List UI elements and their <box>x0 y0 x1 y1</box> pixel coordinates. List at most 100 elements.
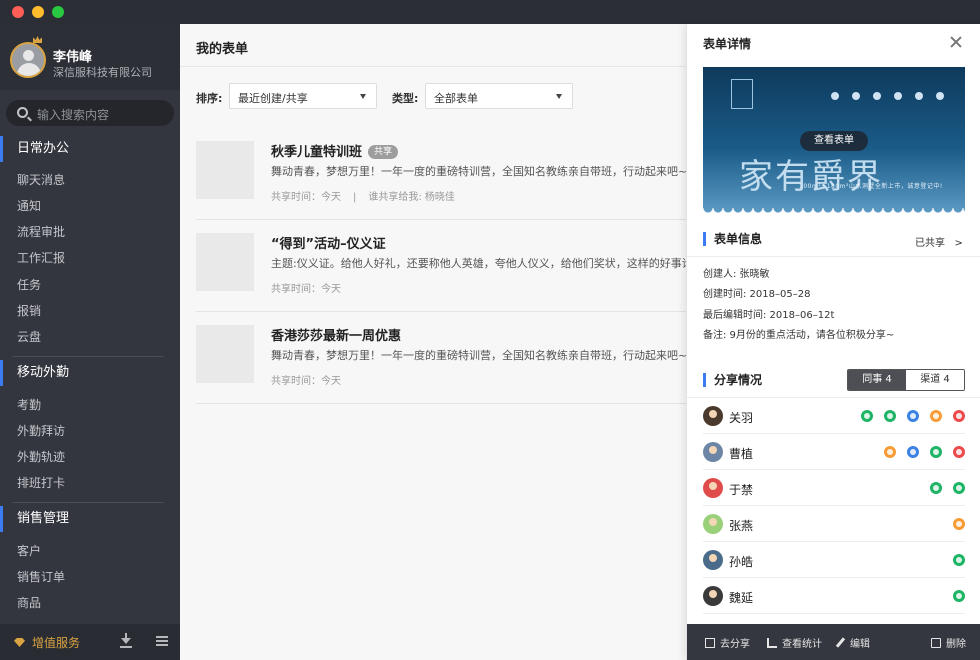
form-title: “得到”活动–仪义证 <box>271 237 386 252</box>
sidebar-item-approval[interactable]: 流程审批 <box>17 223 65 240</box>
edited-time-info: 最后编辑时间: 2018–06–12t <box>703 310 835 321</box>
sidebar-group-sales[interactable]: 销售管理 <box>0 506 180 532</box>
person-name: 关羽 <box>729 411 754 425</box>
form-detail-panel: 表单详情 家有爵界 100m²~180m²山水洞墅全新上市，诚意登记中! 查看表… <box>686 24 980 660</box>
sidebar: 李伟峰 深信服科技有限公司 输入搜索内容 日常办公 聊天消息 通知 流程审批 工… <box>0 24 180 660</box>
chart-icon <box>767 638 777 648</box>
sidebar-item-cloud[interactable]: 云盘 <box>17 328 41 345</box>
share-person-row[interactable]: 关羽 <box>703 398 965 434</box>
sidebar-bottom-bar: 增值服务 <box>0 624 180 660</box>
tab-colleagues[interactable]: 同事 4 <box>848 370 906 390</box>
form-thumbnail[interactable] <box>196 141 254 199</box>
search-input[interactable]: 输入搜索内容 <box>6 100 174 126</box>
view-stats-button[interactable]: 查看统计 <box>767 635 822 650</box>
sidebar-item-attendance[interactable]: 考勤 <box>17 396 41 413</box>
form-meta: 共享时间：今天 <box>271 376 341 387</box>
person-name: 魏延 <box>729 591 754 605</box>
green-channel-icon <box>861 410 873 422</box>
minimize-window-button[interactable] <box>32 6 44 18</box>
cover-subtext: 100m²~180m²山水洞墅全新上市，诚意登记中! <box>799 183 943 190</box>
edit-button[interactable]: 编辑 <box>835 635 870 650</box>
type-select[interactable]: 全部表单 <box>425 83 573 109</box>
form-title: 秋季儿童特训班 共享 <box>271 141 399 160</box>
delete-button[interactable]: 删除 <box>931 635 966 650</box>
close-icon[interactable] <box>949 35 963 49</box>
sidebar-item-order[interactable]: 销售订单 <box>17 568 65 585</box>
download-icon[interactable] <box>120 633 132 649</box>
share-status-heading: 分享情况 <box>703 373 762 387</box>
avatar[interactable] <box>10 42 46 78</box>
green-channel-icon <box>953 482 965 494</box>
form-list-item[interactable]: “得到”活动–仪义证 主题:仪义证。给他人好礼，还要称他人英雄，夸他人仪义，给他… <box>196 220 686 312</box>
sidebar-item-chat[interactable]: 聊天消息 <box>17 171 65 188</box>
close-window-button[interactable] <box>12 6 24 18</box>
cover-feature-icons <box>831 89 961 100</box>
share-person-row[interactable]: 于禁 <box>703 470 965 506</box>
orange-channel-icon <box>884 446 896 458</box>
form-description: 舞动青春，梦想万里！一年一度的重磅特训营，全国知名教练亲自带班，行动起来吧~ <box>271 349 686 362</box>
avatar <box>703 514 723 534</box>
sidebar-item-notice[interactable]: 通知 <box>17 197 41 214</box>
share-channels <box>942 518 965 530</box>
sidebar-item-product[interactable]: 商品 <box>17 594 41 611</box>
sidebar-item-track[interactable]: 外勤轨迹 <box>17 448 65 465</box>
form-thumbnail[interactable] <box>196 233 254 291</box>
share-channels <box>919 482 965 494</box>
vip-service-button[interactable]: 增值服务 <box>32 634 80 651</box>
sort-select[interactable]: 最近创建/共享 <box>229 83 377 109</box>
sidebar-item-shift[interactable]: 排班打卡 <box>17 474 65 491</box>
sidebar-group-office[interactable]: 日常办公 <box>0 136 180 162</box>
created-time-info: 创建时间: 2018–05–28 <box>703 289 811 300</box>
tab-channels[interactable]: 渠道 4 <box>906 370 964 390</box>
chevron-down-icon <box>360 94 366 99</box>
sidebar-item-visit[interactable]: 外勤拜访 <box>17 422 65 439</box>
green-channel-icon <box>930 482 942 494</box>
form-description: 舞动青春，梦想万里！一年一度的重磅特训营，全国知名教练亲自带班，行动起来吧~ <box>271 165 686 178</box>
share-tabs: 同事 4 渠道 4 <box>847 369 965 391</box>
sidebar-divider <box>12 356 164 357</box>
form-description: 主题:仪义证。给他人好礼，还要称他人英雄，夸他人仪义，给他们奖状，这样的好事谁会… <box>271 257 686 270</box>
user-company: 深信服科技有限公司 <box>53 66 152 79</box>
share-button[interactable]: 去分享 <box>705 635 750 650</box>
sidebar-item-task[interactable]: 任务 <box>17 276 41 293</box>
avatar <box>703 478 723 498</box>
note-info: 备注: 9月份的重点活动，请各位积极分享~ <box>703 330 895 341</box>
share-person-row[interactable]: 孙皓 <box>703 542 965 578</box>
orange-channel-icon <box>930 410 942 422</box>
share-person-row[interactable]: 曹植 <box>703 434 965 470</box>
maximize-window-button[interactable] <box>52 6 64 18</box>
menu-icon[interactable] <box>156 636 168 646</box>
chevron-right-icon: > <box>954 238 963 249</box>
person-name: 曹植 <box>729 447 754 461</box>
share-channels <box>942 590 965 602</box>
view-form-button[interactable]: 查看表单 <box>800 131 868 151</box>
sidebar-group-field[interactable]: 移动外勤 <box>0 360 180 386</box>
avatar <box>703 442 723 462</box>
user-profile[interactable]: 李伟峰 深信服科技有限公司 <box>0 24 180 90</box>
shared-status-link[interactable]: 已共享 > <box>915 234 963 249</box>
person-name: 孙皓 <box>729 555 754 569</box>
sidebar-item-report[interactable]: 工作汇报 <box>17 249 65 266</box>
sidebar-divider <box>12 502 164 503</box>
form-list-item[interactable]: 秋季儿童特训班 共享 舞动青春，梦想万里！一年一度的重磅特训营，全国知名教练亲自带… <box>196 128 686 220</box>
form-meta: 共享时间：今天 <box>271 284 341 295</box>
form-list-item[interactable]: 香港莎莎最新一周优惠 舞动青春，梦想万里！一年一度的重磅特训营，全国知名教练亲自… <box>196 312 686 404</box>
green-channel-icon <box>884 410 896 422</box>
panel-footer: 去分享 查看统计 编辑 删除 <box>687 624 980 660</box>
blue-channel-icon <box>907 410 919 422</box>
sidebar-item-expense[interactable]: 报销 <box>17 302 41 319</box>
avatar <box>703 550 723 570</box>
section-divider <box>687 256 980 257</box>
share-person-row[interactable]: 魏延 <box>703 578 965 614</box>
share-person-row[interactable]: 张燕 <box>703 506 965 542</box>
green-channel-icon <box>953 554 965 566</box>
sidebar-item-customer[interactable]: 客户 <box>17 542 41 559</box>
diamond-icon <box>14 638 25 647</box>
form-title: 香港莎莎最新一周优惠 <box>271 329 402 344</box>
panel-title: 表单详情 <box>703 37 752 51</box>
share-channels <box>942 554 965 566</box>
form-thumbnail[interactable] <box>196 325 254 383</box>
form-cover-image[interactable]: 家有爵界 100m²~180m²山水洞墅全新上市，诚意登记中! 查看表单 <box>703 67 965 215</box>
sort-label: 排序: <box>196 92 223 105</box>
share-icon <box>705 638 715 648</box>
